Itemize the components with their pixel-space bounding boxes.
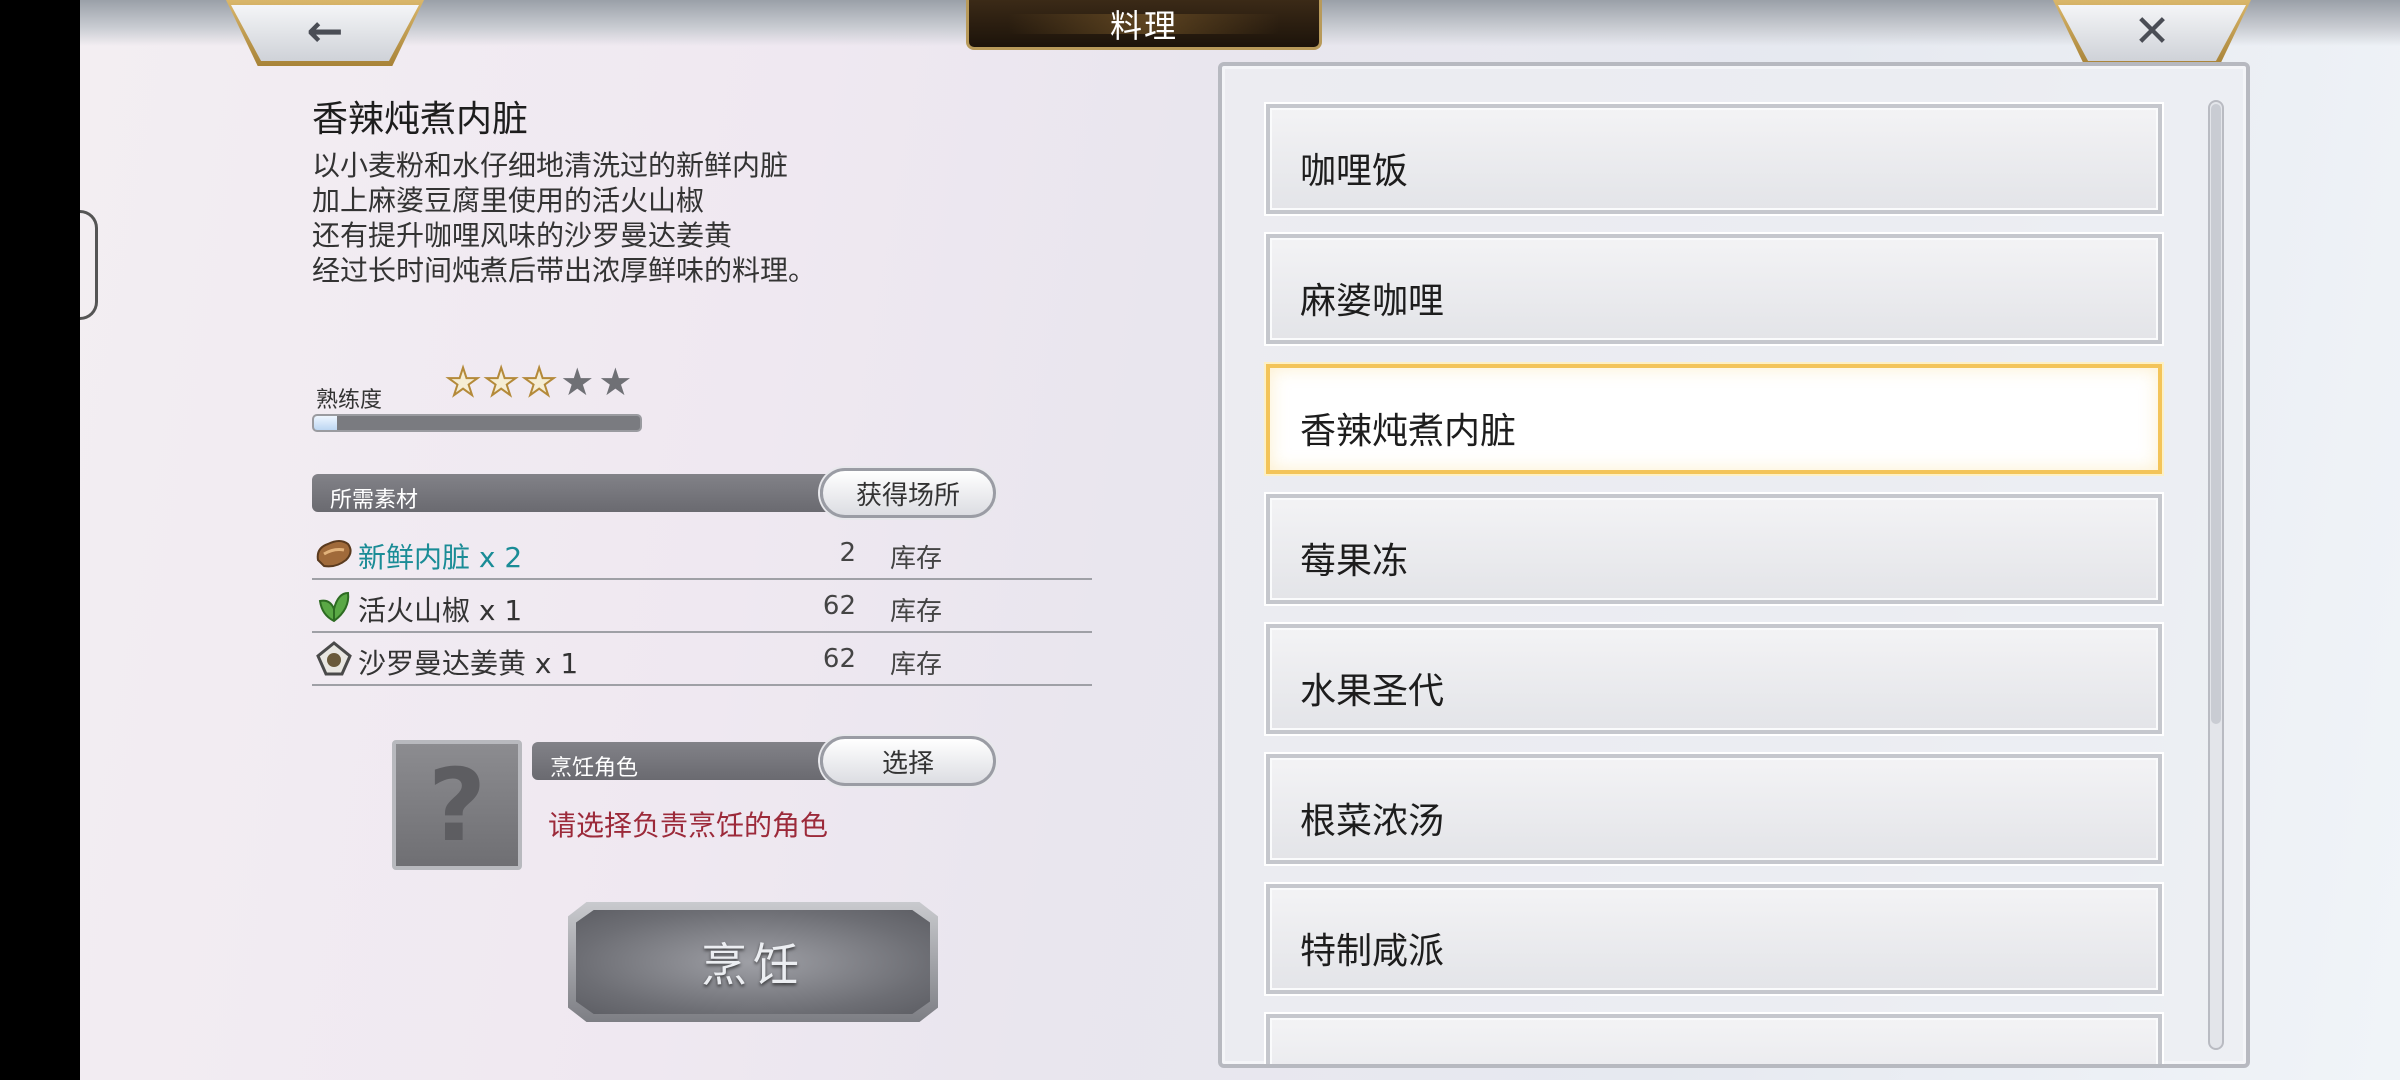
proficiency-stars: ★ ★ ★ ★ ★ [445,360,633,404]
recipe-item-label: 特制咸派 [1300,931,1445,972]
recipe-item[interactable]: 咖哩饭 [1266,104,2162,214]
material-row: 活火山椒 x 1 库存 62 [312,581,1092,633]
chef-portrait-slot[interactable]: ? [392,740,522,870]
proficiency-bar [312,414,642,432]
recipe-item[interactable] [1266,1014,2162,1064]
recipe-item[interactable]: 根菜浓汤 [1266,754,2162,864]
recipe-item-label: 莓果冻 [1300,541,1409,582]
material-row: 沙罗曼达姜黄 x 1 库存 62 [312,634,1092,686]
recipe-item[interactable]: 莓果冻 [1266,494,2162,604]
select-chef-button[interactable]: 选择 [820,736,996,786]
material-name[interactable]: 沙罗曼达姜黄 x 1 [358,642,578,682]
organ-icon [316,540,352,568]
cooking-screen: ← 料理 ✕ 香辣炖煮内脏 以小麦粉和水仔细地清洗过的新鲜内脏 加上麻婆豆腐里使… [80,0,2400,1080]
recipe-item[interactable]: 麻婆咖哩 [1266,234,2162,344]
back-button[interactable]: ← [226,0,424,66]
recipe-item-selected[interactable]: 香辣炖煮内脏 [1266,364,2162,474]
source-button[interactable]: 获得场所 [820,468,996,518]
recipe-item-label: 根菜浓汤 [1300,801,1445,842]
star-filled-icon: ★ [521,360,557,404]
recipe-item-label: 咖哩饭 [1300,151,1409,192]
question-mark-icon: ? [427,746,486,864]
proficiency-bar-fill [314,416,337,430]
spice-icon [316,641,352,676]
recipe-scrollbar[interactable] [2208,100,2224,1050]
stock-label: 库存 [890,650,943,680]
dish-description: 以小麦粉和水仔细地清洗过的新鲜内脏 加上麻婆豆腐里使用的活火山椒 还有提升咖哩风… [312,149,817,287]
stock-label: 库存 [890,597,943,627]
recipe-item-label: 麻婆咖哩 [1300,281,1445,322]
title-plate: 料理 [966,0,1322,50]
recipe-list[interactable]: 咖哩饭 麻婆咖哩 香辣炖煮内脏 莓果冻 水果圣代 根菜浓汤 特制咸派 [1218,62,2250,1068]
chef-header-label: 烹饪角色 [550,756,639,781]
cook-button[interactable]: 烹饪 [568,902,938,1022]
recipe-item-label: 水果圣代 [1300,671,1445,712]
edge-handle [80,210,98,320]
cook-button-label: 烹饪 [701,938,805,992]
stock-count: 62 [822,644,856,674]
chef-hint: 请选择负责烹饪的角色 [548,809,829,842]
stock-count: 2 [839,538,856,568]
close-button[interactable]: ✕ [2053,0,2251,66]
star-filled-icon: ★ [445,360,481,404]
scrollbar-thumb[interactable] [2211,104,2221,724]
back-arrow-icon: ← [306,5,344,57]
recipe-item[interactable]: 特制咸派 [1266,884,2162,994]
star-filled-icon: ★ [483,360,519,404]
recipe-item[interactable]: 水果圣代 [1266,624,2162,734]
page-title: 料理 [1109,6,1178,45]
close-icon: ✕ [2133,5,2171,57]
material-name[interactable]: 新鲜内脏 x 2 [358,536,522,576]
herb-icon [318,591,350,623]
dish-name: 香辣炖煮内脏 [312,99,529,140]
star-empty-icon: ★ [598,360,633,404]
stock-count: 62 [822,591,856,621]
material-name[interactable]: 活火山椒 x 1 [358,589,522,629]
star-empty-icon: ★ [560,360,595,404]
material-row: 新鲜内脏 x 2 库存 2 [312,528,1092,580]
stock-label: 库存 [890,544,943,574]
proficiency-label: 熟练度 [316,388,383,413]
materials-header-label: 所需素材 [330,488,419,513]
recipe-item-label: 香辣炖煮内脏 [1300,411,1517,452]
